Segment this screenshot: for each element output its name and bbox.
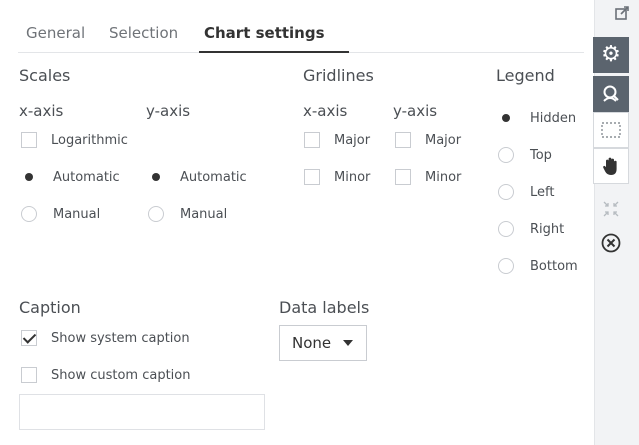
checkbox-box[interactable] (21, 330, 37, 346)
y-major-label: Major (425, 132, 462, 148)
checkbox-box[interactable] (304, 132, 320, 148)
caption-heading: Caption (19, 298, 81, 317)
legend-hidden-label: Hidden (530, 110, 577, 126)
settings-button[interactable]: ⚙ (593, 37, 629, 73)
radio-button[interactable] (498, 221, 514, 237)
show-system-caption-checkbox[interactable]: Show system caption (21, 330, 190, 346)
radio-button[interactable] (148, 206, 164, 222)
external-link-icon[interactable] (613, 4, 631, 22)
close-button[interactable] (599, 231, 623, 255)
show-custom-caption-checkbox[interactable]: Show custom caption (21, 367, 190, 383)
legend-left-label: Left (530, 184, 555, 200)
y-manual-label: Manual (180, 206, 228, 222)
x-major-checkbox[interactable]: Major (304, 132, 370, 148)
y-automatic-label: Automatic (180, 169, 247, 185)
data-labels-value: None (292, 334, 332, 352)
y-automatic-radio[interactable]: Automatic (148, 169, 247, 185)
x-automatic-label: Automatic (53, 169, 120, 185)
data-labels-heading: Data labels (279, 298, 370, 317)
collapse-arrows-icon (603, 201, 619, 217)
collapse-button[interactable] (600, 198, 622, 220)
tab-general[interactable]: General (26, 24, 85, 42)
checkbox-box[interactable] (21, 367, 37, 383)
tab-chart-settings[interactable]: Chart settings (204, 24, 325, 42)
radio-button[interactable] (498, 184, 514, 200)
checkbox-box[interactable] (395, 132, 411, 148)
legend-hidden-radio[interactable]: Hidden (498, 110, 576, 126)
scales-heading: Scales (19, 66, 71, 85)
legend-right-label: Right (530, 221, 565, 237)
data-labels-dropdown[interactable]: None (279, 325, 367, 361)
close-circle-icon (601, 233, 621, 253)
radio-button[interactable] (498, 147, 514, 163)
radio-button[interactable] (498, 110, 514, 126)
lens-button[interactable] (593, 76, 629, 112)
x-minor-label: Minor (334, 169, 371, 185)
legend-bottom-label: Bottom (530, 258, 578, 274)
tab-selection[interactable]: Selection (109, 24, 178, 42)
x-manual-radio[interactable]: Manual (21, 206, 100, 222)
x-major-label: Major (334, 132, 371, 148)
x-logarithmic-checkbox[interactable]: Logarithmic (21, 132, 128, 148)
tab-bar: General Selection Chart settings (18, 20, 584, 53)
legend-top-label: Top (530, 147, 552, 163)
x-minor-checkbox[interactable]: Minor (304, 169, 370, 185)
radio-button[interactable] (21, 169, 37, 185)
checkbox-box[interactable] (21, 132, 37, 148)
legend-bottom-radio[interactable]: Bottom (498, 258, 578, 274)
gear-icon: ⚙ (601, 42, 621, 67)
custom-caption-input[interactable] (19, 394, 265, 430)
active-tab-indicator (199, 51, 349, 53)
checkbox-box[interactable] (395, 169, 411, 185)
pan-button[interactable] (593, 148, 629, 184)
x-automatic-radio[interactable]: Automatic (21, 169, 120, 185)
legend-left-radio[interactable]: Left (498, 184, 554, 200)
radio-button[interactable] (21, 206, 37, 222)
radio-button[interactable] (498, 258, 514, 274)
y-minor-label: Minor (425, 169, 462, 185)
lens-icon (603, 85, 619, 102)
radio-button[interactable] (148, 169, 164, 185)
properties-panel: General Selection Chart settings Scales … (0, 0, 595, 445)
legend-right-radio[interactable]: Right (498, 221, 564, 237)
gridlines-heading: Gridlines (303, 66, 374, 85)
select-area-button[interactable] (593, 112, 629, 148)
checkbox-box[interactable] (304, 169, 320, 185)
show-custom-caption-label: Show custom caption (51, 367, 191, 383)
x-logarithmic-label: Logarithmic (51, 132, 128, 148)
caret-down-icon (343, 340, 354, 346)
legend-top-radio[interactable]: Top (498, 147, 552, 163)
y-manual-radio[interactable]: Manual (148, 206, 227, 222)
legend-heading: Legend (496, 66, 555, 85)
selection-marquee-icon (601, 122, 621, 138)
scales-x-axis-label: x-axis (19, 102, 64, 120)
show-system-caption-label: Show system caption (51, 330, 190, 346)
gridlines-x-axis-label: x-axis (303, 102, 348, 120)
hand-pan-icon (603, 157, 617, 175)
y-minor-checkbox[interactable]: Minor (395, 169, 461, 185)
x-manual-label: Manual (53, 206, 101, 222)
scales-y-axis-label: y-axis (146, 102, 191, 120)
y-major-checkbox[interactable]: Major (395, 132, 461, 148)
gridlines-y-axis-label: y-axis (393, 102, 438, 120)
